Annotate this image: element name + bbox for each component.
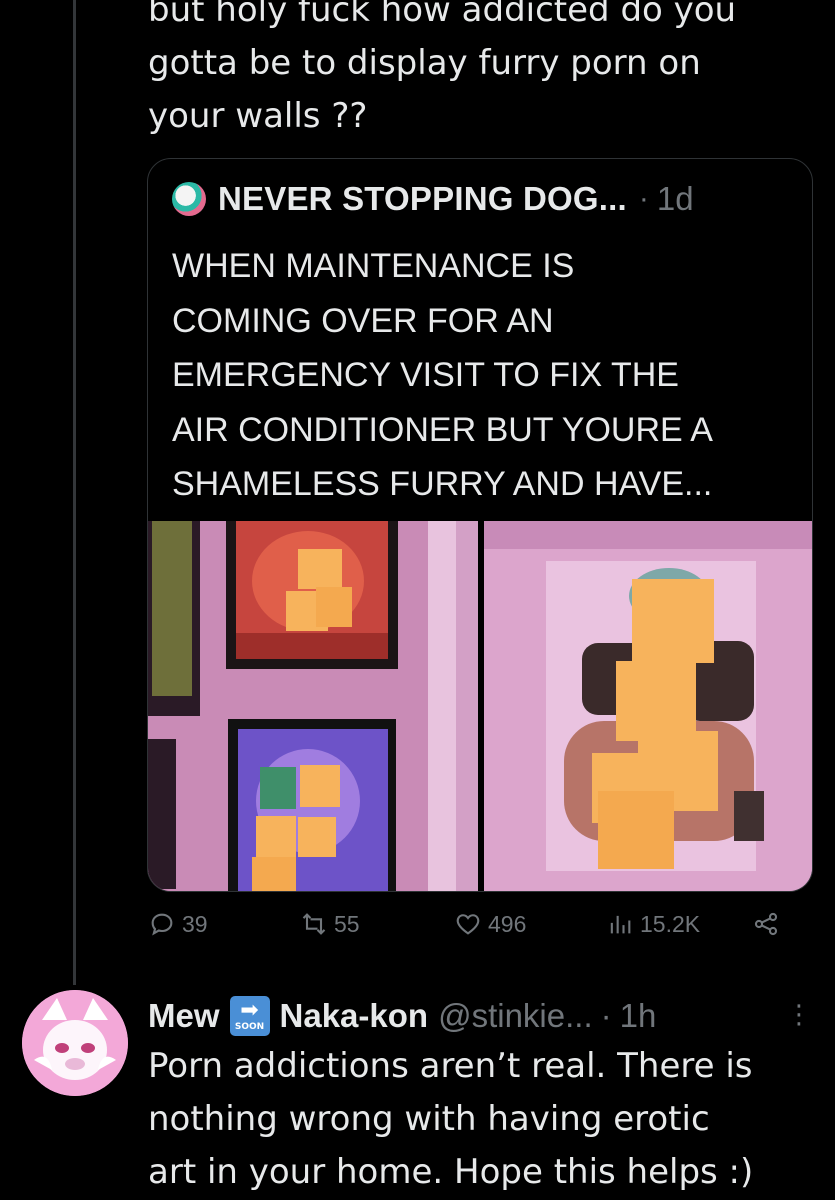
reply-icon (151, 913, 173, 936)
views-count: 15.2K (640, 910, 701, 937)
repost-icon (302, 913, 326, 935)
reply-header: Mew ➡ SOON Naka-kon @stinkie... · 1h (148, 994, 656, 1038)
media-photo-wall-frames[interactable] (148, 521, 478, 891)
repost-button[interactable]: 55 (300, 910, 360, 938)
reply-author-handle[interactable]: @stinkie... (438, 997, 593, 1035)
quoted-text-line: EMERGENCY VISIT TO FIX THE (172, 356, 679, 394)
thread-line (73, 0, 76, 985)
more-icon[interactable]: ⋮ (786, 1000, 812, 1030)
soon-label: SOON (234, 1021, 265, 1032)
like-button[interactable]: 496 (454, 910, 526, 938)
separator-dot: · (600, 997, 612, 1034)
reply-author-name-suffix[interactable]: Naka-kon (280, 997, 429, 1035)
reply-text-line: Porn addictions aren’t real. There is (148, 1046, 753, 1086)
reply-text: Porn addictions aren’t real. There is no… (148, 1040, 828, 1199)
share-icon (754, 912, 778, 936)
reply-timestamp[interactable]: 1h (620, 997, 657, 1035)
tweet-text-line: but holy fuck how addicted do you (148, 0, 737, 30)
avatar-illustration (22, 990, 128, 1096)
reply-author-name[interactable]: Mew (148, 997, 220, 1035)
repost-count: 55 (334, 910, 360, 937)
quoted-text-line: SHAMELESS FURRY AND HAVE... (172, 465, 713, 503)
reply-text-line: nothing wrong with having erotic (148, 1099, 710, 1139)
quoted-author-avatar[interactable] (172, 182, 206, 216)
reply-count: 39 (182, 910, 208, 937)
quoted-timestamp[interactable]: 1d (657, 180, 694, 218)
share-button[interactable] (752, 910, 786, 938)
reply-text-line: art in your home. Hope this helps :) (148, 1152, 754, 1192)
media-photo-poster[interactable] (484, 521, 812, 891)
quoted-tweet-header: NEVER STOPPING DOG... · 1d (172, 177, 694, 221)
reply-author-avatar[interactable] (22, 990, 128, 1096)
quoted-text-line: COMING OVER FOR AN (172, 301, 554, 340)
quoted-author-name[interactable]: NEVER STOPPING DOG... (218, 180, 627, 218)
quoted-media-grid (148, 521, 812, 891)
views-button[interactable]: 15.2K (606, 910, 700, 938)
separator-dot: · (638, 182, 649, 215)
tweet-text-line: your walls ?? (148, 96, 368, 136)
right-arrow-icon: ➡ (240, 997, 259, 1023)
quoted-text-line: AIR CONDITIONER BUT YOURE A (172, 410, 713, 449)
poster-illustration (484, 521, 812, 891)
wall-frames-illustration (148, 521, 478, 891)
tweet-action-bar: 39 55 496 15.2K (148, 910, 788, 950)
soon-arrow-emoji: ➡ SOON (229, 996, 270, 1036)
tweet-text: but holy fuck how addicted do you gotta … (148, 0, 808, 143)
tweet-text-line: gotta be to display furry porn on (148, 43, 701, 83)
views-icon (610, 915, 631, 934)
quoted-tweet-card[interactable]: NEVER STOPPING DOG... · 1d WHEN MAINTENA… (147, 158, 813, 892)
like-icon (456, 914, 480, 935)
quoted-text-line: WHEN MAINTENANCE IS (172, 247, 575, 285)
like-count: 496 (488, 910, 527, 937)
reply-button[interactable]: 39 (148, 910, 208, 938)
quoted-tweet-text: WHEN MAINTENANCE IS COMING OVER FOR AN E… (172, 239, 802, 512)
